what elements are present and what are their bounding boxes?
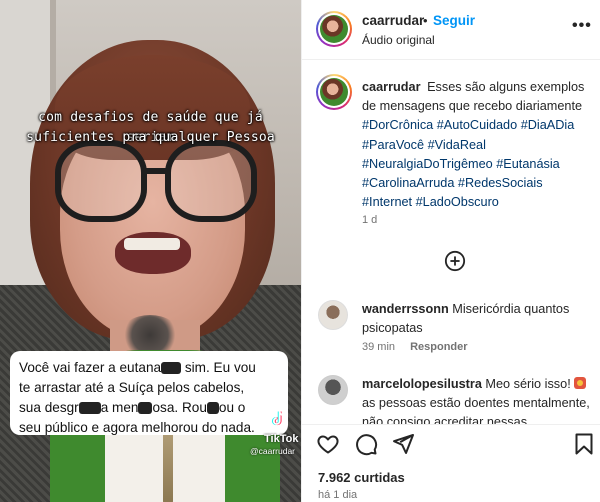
neck-tattoo xyxy=(120,315,180,355)
eyeglasses xyxy=(55,140,260,230)
video-overlay-text-line2: suficientes pra qualquer Pessoa xyxy=(26,130,275,145)
author-avatar[interactable] xyxy=(316,11,352,47)
caption-username[interactable]: caarrudar xyxy=(362,80,421,94)
likes-count[interactable]: 7.962 curtidas xyxy=(318,470,405,485)
redaction-mark xyxy=(138,402,153,415)
comment-icon[interactable] xyxy=(354,432,378,456)
hashtag-link[interactable]: #Internet xyxy=(362,195,412,209)
comment-card-text: seu público e agora melhorou do nada. xyxy=(19,420,255,435)
more-options-icon[interactable]: ••• xyxy=(572,17,592,35)
caption-author-avatar[interactable] xyxy=(316,74,352,110)
hashtag-link[interactable]: #ParaVocê xyxy=(362,138,424,152)
hate-comment-card: Você vai fazer a eutana sim. Eu vou te a… xyxy=(10,351,288,435)
hashtag-link[interactable]: #LadoObscuro xyxy=(416,195,499,209)
tiktok-watermark-user: @caarrudar xyxy=(250,446,296,456)
comment-meta: 39 min Responder xyxy=(362,341,468,353)
post-date: há 1 dia xyxy=(318,489,358,501)
post-panel: caarrudar • Seguir Áudio original ••• ca… xyxy=(301,0,600,502)
separator-dot: • xyxy=(423,13,428,28)
share-icon[interactable] xyxy=(391,432,415,456)
redaction-mark xyxy=(206,402,219,415)
hashtag-link[interactable]: #VidaReal xyxy=(428,138,486,152)
follow-button[interactable]: Seguir xyxy=(433,13,475,28)
comment-card-text: Você vai fazer a eutana xyxy=(19,360,162,375)
person-teeth xyxy=(124,238,180,250)
reply-button[interactable]: Responder xyxy=(410,341,467,353)
tiktok-watermark-label: TikTok xyxy=(264,433,299,445)
comment-timestamp: 39 min xyxy=(362,341,396,353)
hashtag-link[interactable]: #DorCrônica xyxy=(362,118,433,132)
comment-card-text: ou o xyxy=(218,400,246,415)
redaction-mark xyxy=(78,402,101,415)
comment-card-text: osa. Rou xyxy=(152,400,207,415)
commenter-username[interactable]: marcelolopesilustra xyxy=(362,377,482,391)
comment-card-text: sim. Eu vou xyxy=(181,360,256,375)
heart-icon[interactable] xyxy=(316,432,340,456)
hashtag-link[interactable]: #DiaADia xyxy=(521,118,575,132)
comment-card-text: a men xyxy=(100,400,139,415)
caption-timestamp[interactable]: 1 d xyxy=(362,214,377,226)
hashtag-link[interactable]: #CarolinaArruda xyxy=(362,176,454,190)
audio-link[interactable]: Áudio original xyxy=(362,33,435,47)
hashtag-link[interactable]: #RedesSociais xyxy=(458,176,543,190)
comment-card-text: te arrastar até a Suíça pelos cabelos, xyxy=(19,380,245,395)
commenter-avatar[interactable] xyxy=(318,375,348,405)
post-header: caarrudar • Seguir Áudio original ••• xyxy=(302,0,600,60)
load-more-comments-icon[interactable] xyxy=(444,250,466,272)
hashtag-link[interactable]: #NeuralgiaDoTrigêmeo xyxy=(362,157,493,171)
comment-card-text: sua desgr xyxy=(19,400,79,415)
redaction-mark xyxy=(161,362,182,375)
comment-text: Meo sério isso! xyxy=(485,377,571,391)
post-caption: caarrudar Esses são alguns exemplos de m… xyxy=(362,78,592,212)
hashtag-link[interactable]: #Eutanásia xyxy=(496,157,560,171)
left-lens xyxy=(55,140,147,222)
right-lens xyxy=(165,140,257,222)
action-bar: 7.962 curtidas há 1 dia xyxy=(302,424,600,502)
comment: wanderrssonn Misericórdia quantos psicop… xyxy=(362,300,592,338)
commenter-username[interactable]: wanderrssonn xyxy=(362,302,449,316)
author-username[interactable]: caarrudar xyxy=(362,13,424,28)
video-player[interactable]: com desafios de saúde que já seriam sufi… xyxy=(0,0,301,502)
commenter-avatar[interactable] xyxy=(318,300,348,330)
tiktok-logo-icon xyxy=(271,411,284,426)
bookmark-icon[interactable] xyxy=(572,432,596,456)
emoji-icon xyxy=(574,377,587,389)
hashtag-link[interactable]: #AutoCuidado xyxy=(437,118,517,132)
